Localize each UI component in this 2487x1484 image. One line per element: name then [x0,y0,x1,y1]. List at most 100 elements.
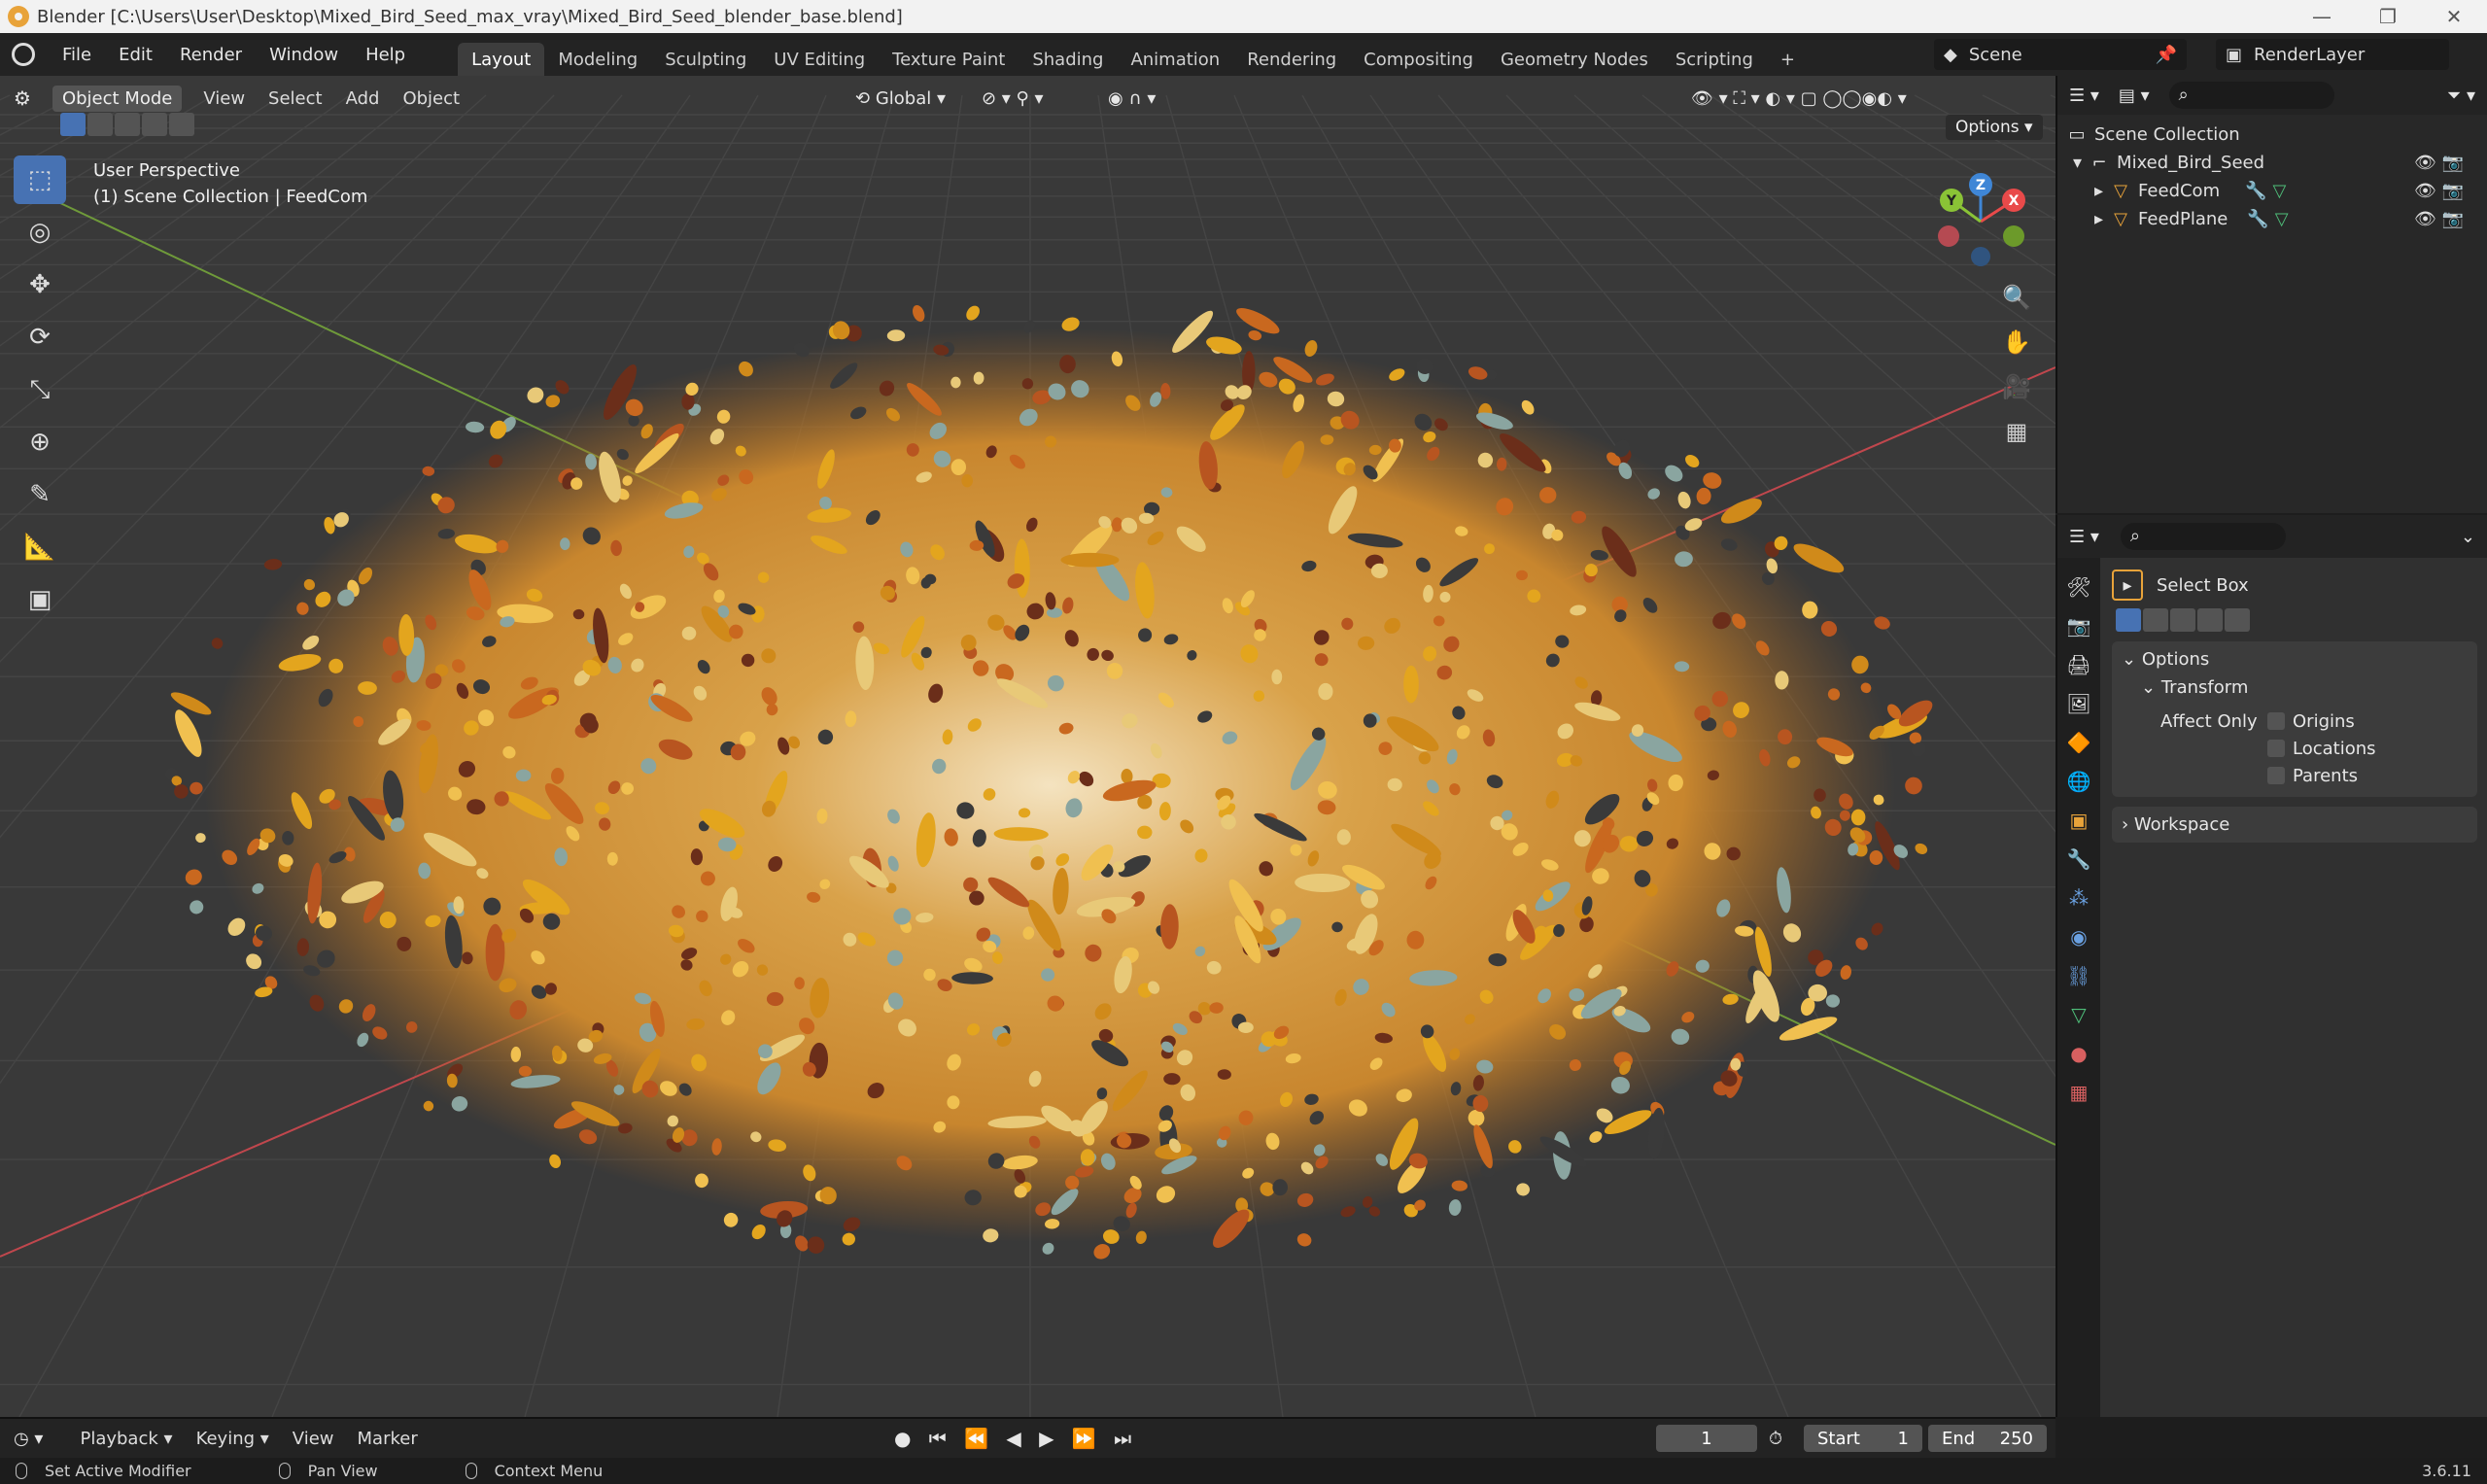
options-dropdown[interactable]: Options ▾ [1946,115,2043,140]
tab-geometry-nodes[interactable]: Geometry Nodes [1487,43,1662,76]
outliner-item-feedcom[interactable]: ▸ ▽ FeedCom 🔧 ▽ 👁 📷 [2067,177,2477,205]
render-tab-icon[interactable]: 📷 [2057,606,2100,645]
chevron-down-icon[interactable]: ⌄ [2461,527,2475,547]
close-icon[interactable]: ✕ [2421,0,2487,33]
mesh-data-icon[interactable]: ▽ [2275,209,2289,229]
menu-timeline-view[interactable]: View [281,1429,346,1449]
tab-sculpting[interactable]: Sculpting [651,43,760,76]
tab-shading[interactable]: Shading [1019,43,1117,76]
viewport-shading-buttons[interactable]: 👁 ▾ ⛶ ▾ ◐ ▾ ▢ ◯◯◉◐ ▾ [1691,88,1907,109]
measure-tool-icon[interactable]: 📐 [14,523,66,571]
tab-compositing[interactable]: Compositing [1350,43,1487,76]
restore-icon[interactable]: ❐ [2355,0,2421,33]
data-tab-icon[interactable]: ▽ [2057,995,2100,1034]
tab-animation[interactable]: Animation [1117,43,1233,76]
object-tab-icon[interactable]: ▣ [2057,801,2100,840]
tab-texture-paint[interactable]: Texture Paint [879,43,1019,76]
tool-tab-icon[interactable]: 🛠 [2057,568,2100,606]
tab-scripting[interactable]: Scripting [1662,43,1767,76]
filter-icon[interactable]: ⏷ ▾ [2447,86,2475,106]
select-mode-buttons[interactable] [60,113,194,136]
menu-render[interactable]: Render [166,45,256,65]
camera-view-icon[interactable]: 🎥 [1995,365,2038,408]
3d-viewport[interactable]: ⚙ Object Mode View Select Add Object ⟲ G… [0,76,2055,1417]
tab-modeling[interactable]: Modeling [544,43,651,76]
view-layer-tab-icon[interactable]: 🖼 [2057,684,2100,723]
tool-mode-buttons[interactable] [2116,608,2477,632]
editor-type-icon[interactable]: ⚙ [14,86,31,110]
snap-icon[interactable]: ⊘ ▾ ⚲ ▾ [982,88,1044,109]
menu-playback[interactable]: Playback ▾ [68,1429,184,1449]
add-workspace-icon[interactable]: + [1767,43,1809,76]
pan-hand-icon[interactable]: ✋ [1995,321,2038,363]
minimize-icon[interactable]: — [2289,0,2355,33]
outliner-item-feedplane[interactable]: ▸ ▽ FeedPlane 🔧 ▽ 👁 📷 [2067,205,2477,233]
start-frame-field[interactable]: Start 1 [1804,1425,1922,1452]
transform-orientation-dropdown[interactable]: ⟲ Global ▾ [855,88,946,109]
origins-checkbox[interactable] [2267,712,2285,730]
outliner-search-input[interactable]: ⌕ [2168,82,2334,109]
render-camera-icon[interactable]: 📷 [2442,153,2464,173]
transform-subheader[interactable]: ⌄ Transform [2141,677,2468,698]
expand-icon[interactable]: ▸ [2094,181,2103,201]
outliner-scene-collection[interactable]: ▭ Scene Collection [2067,121,2477,149]
tab-layout[interactable]: Layout [458,43,545,76]
timeline-editor-icon[interactable]: ◷ ▾ [14,1429,43,1449]
modifier-wrench-icon[interactable]: 🔧 [2247,209,2268,229]
properties-search-input[interactable]: ⌕ [2120,523,2286,550]
end-frame-field[interactable]: End 250 [1928,1425,2047,1452]
rotate-tool-icon[interactable]: ⟳ [14,313,66,362]
playback-controls[interactable]: ● ⏮ ⏪ ◀ ▶ ⏩ ⏭ [894,1427,1137,1450]
menu-object[interactable]: Object [391,88,471,109]
display-mode-icon[interactable]: ▤ ▾ [2119,86,2150,106]
visibility-eye-icon[interactable]: 👁 [2414,153,2436,173]
visibility-eye-icon[interactable]: 👁 [2414,181,2436,201]
pin-icon[interactable]: 📌 [2156,45,2177,65]
tab-uv-editing[interactable]: UV Editing [760,43,879,76]
particles-tab-icon[interactable]: ⁂ [2057,879,2100,917]
menu-marker[interactable]: Marker [346,1429,430,1449]
output-tab-icon[interactable]: 🖨 [2057,645,2100,684]
menu-window[interactable]: Window [256,45,352,65]
world-tab-icon[interactable]: 🌐 [2057,762,2100,801]
constraints-tab-icon[interactable]: ⛓ [2057,956,2100,995]
select-box-tool-icon[interactable]: ⬚ [14,155,66,204]
add-cube-tool-icon[interactable]: ▣ [14,575,66,624]
render-layer-selector[interactable]: ▣ RenderLayer [2216,39,2449,70]
outliner-editor-icon[interactable]: ☰ ▾ [2069,86,2099,106]
annotate-tool-icon[interactable]: ✎ [14,470,66,519]
object-mode-dropdown[interactable]: Object Mode [52,85,183,112]
parents-checkbox[interactable] [2267,767,2285,784]
move-tool-icon[interactable]: ✥ [14,260,66,309]
ortho-grid-icon[interactable]: ▦ [1995,410,2038,453]
scale-tool-icon[interactable]: ⤡ [14,365,66,414]
menu-edit[interactable]: Edit [105,45,166,65]
modifier-wrench-icon[interactable]: 🔧 [2245,181,2266,201]
workspace-section[interactable]: › Workspace [2112,807,2477,843]
current-frame-field[interactable]: 1 [1656,1425,1757,1452]
zoom-icon[interactable]: 🔍 [1995,276,2038,319]
menu-help[interactable]: Help [352,45,419,65]
render-camera-icon[interactable]: 📷 [2442,181,2464,201]
visibility-eye-icon[interactable]: 👁 [2414,209,2436,229]
outliner-collection-mixed-bird-seed[interactable]: ▾ ⌐ Mixed_Bird_Seed 👁 📷 [2067,149,2477,177]
navigation-gizmo[interactable]: Z X Y [1924,163,2041,280]
material-tab-icon[interactable]: ● [2057,1034,2100,1073]
physics-tab-icon[interactable]: ◉ [2057,917,2100,956]
mesh-data-icon[interactable]: ▽ [2273,181,2287,201]
stopwatch-icon[interactable]: ⏱ [1769,1429,1782,1449]
modifier-tab-icon[interactable]: 🔧 [2057,840,2100,879]
expand-icon[interactable]: ▾ [2073,153,2082,173]
menu-keying[interactable]: Keying ▾ [185,1429,281,1449]
expand-icon[interactable]: ▸ [2094,209,2103,229]
cursor-tool-icon[interactable]: ◎ [14,208,66,257]
texture-tab-icon[interactable]: ▦ [2057,1073,2100,1112]
locations-checkbox[interactable] [2267,740,2285,757]
render-camera-icon[interactable]: 📷 [2442,209,2464,229]
menu-view[interactable]: View [191,88,257,109]
options-header[interactable]: ⌄ Options [2122,649,2468,670]
scene-selector[interactable]: ◆ Scene 📌 [1934,39,2187,70]
tab-rendering[interactable]: Rendering [1233,43,1350,76]
properties-editor-icon[interactable]: ☰ ▾ [2069,527,2099,547]
menu-add[interactable]: Add [334,88,392,109]
